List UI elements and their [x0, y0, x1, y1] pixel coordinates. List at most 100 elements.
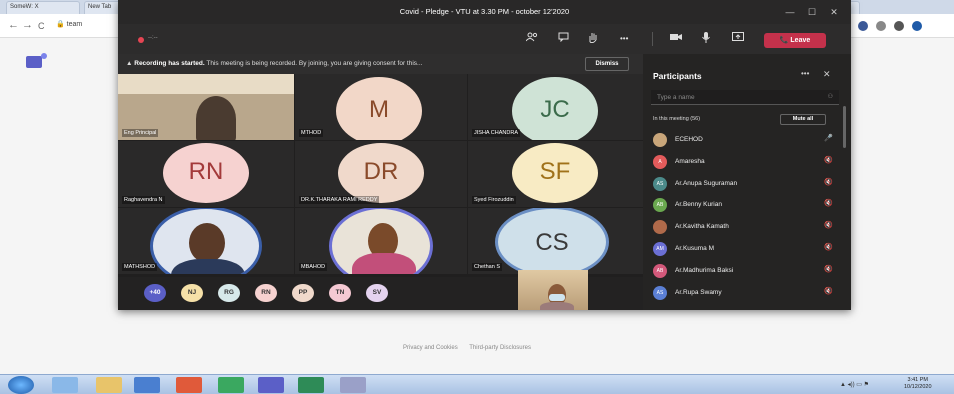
video-tile-chethan[interactable]: CS Chethan S: [468, 208, 643, 274]
taskbar-clock[interactable]: 3:41 PM 10/12/2020: [904, 377, 932, 391]
tile-avatar: CS: [495, 208, 609, 274]
mic-muted-icon[interactable]: 🔇: [824, 221, 833, 229]
close-button[interactable]: ✕: [823, 0, 845, 24]
participant-chip[interactable]: SV: [366, 284, 388, 302]
teams-taskbar-icon[interactable]: [258, 377, 284, 393]
participant-video: [196, 96, 236, 140]
media-player-icon[interactable]: [134, 377, 160, 393]
participant-chip[interactable]: RN: [255, 284, 277, 302]
participant-row[interactable]: AB Ar.Benny Kurian 🔇: [653, 198, 833, 213]
in-meeting-section-label: In this meeting (56): [653, 116, 701, 122]
privacy-link[interactable]: Privacy and Cookies: [403, 345, 458, 351]
microphone-icon[interactable]: [702, 32, 710, 46]
mic-muted-icon[interactable]: 🔇: [824, 287, 833, 295]
mic-muted-icon[interactable]: 🔇: [824, 178, 833, 186]
tile-name: Chethan S: [472, 263, 502, 271]
leave-button[interactable]: 📞 Leave: [764, 33, 826, 48]
more-options-icon[interactable]: •••: [801, 69, 809, 78]
tile-avatar: M: [336, 77, 422, 140]
participant-chip[interactable]: PP: [292, 284, 314, 302]
participant-row[interactable]: AS Ar.Anupa Suguraman 🔇: [653, 176, 833, 191]
video-tile-mathshod[interactable]: MATHSHOD: [118, 208, 294, 274]
ie-icon[interactable]: [52, 377, 78, 393]
share-screen-icon[interactable]: [732, 32, 744, 45]
tile-name: Raghavendra N: [122, 196, 165, 204]
chrome-icon[interactable]: [176, 377, 202, 393]
video-tile-jisha-chandra[interactable]: JC JISHA CHANDRA: [468, 74, 643, 140]
participant-row[interactable]: ECEHOD 🎤: [653, 133, 833, 147]
browser-tab[interactable]: SomeW: X: [6, 1, 80, 14]
participant-chip[interactable]: TN: [329, 284, 351, 302]
share-link-icon[interactable]: ⚇: [828, 90, 833, 105]
video-tile-syed[interactable]: SF Syed Firozuddin: [468, 141, 643, 207]
video-tile-raghavendra[interactable]: RN Raghavendra N: [118, 141, 294, 207]
participant-name: ECEHOD: [675, 136, 703, 143]
participant-chip[interactable]: NJ: [181, 284, 203, 302]
participant-video-background: [118, 74, 294, 94]
participant-search-input[interactable]: Type a name ⚇: [651, 90, 839, 105]
tile-name: Syed Firozuddin: [472, 196, 516, 204]
microphone-icon[interactable]: 🎤: [824, 134, 833, 142]
self-view-video[interactable]: [518, 270, 588, 310]
extension-icon[interactable]: [876, 21, 886, 31]
url-field[interactable]: 🔒 team: [56, 20, 126, 33]
extension-icon[interactable]: [858, 21, 868, 31]
excel-icon[interactable]: [298, 377, 324, 393]
tile-avatar: DR: [338, 143, 424, 203]
participant-chip[interactable]: RG: [218, 284, 240, 302]
paint-icon[interactable]: [340, 377, 366, 393]
mic-muted-icon[interactable]: 🔇: [824, 243, 833, 251]
mic-muted-icon[interactable]: 🔇: [824, 156, 833, 164]
extension-icon[interactable]: [894, 21, 904, 31]
clock-time: 3:41 PM: [907, 377, 928, 383]
participant-avatar: A: [653, 154, 667, 169]
chat-icon[interactable]: [558, 32, 569, 45]
participant-row[interactable]: A Amaresha 🔇: [653, 154, 833, 169]
participants-panel: Participants ••• ✕ Type a name ⚇ In this…: [643, 54, 851, 310]
more-actions-button[interactable]: •••: [620, 34, 628, 43]
meeting-toolbar: --:-- ••• 📞 Leave: [118, 24, 851, 54]
video-tile-eng-principal[interactable]: Eng Principal: [118, 74, 294, 140]
profile-icon[interactable]: [912, 21, 922, 31]
maximize-button[interactable]: ☐: [801, 0, 823, 24]
video-tile-mthod[interactable]: M MTHOD: [295, 74, 467, 140]
video-tile-tharaka[interactable]: DR DR.K.THARAKA RAMI REDDY: [295, 141, 467, 207]
participant-list-scrollbar[interactable]: [843, 106, 846, 148]
participants-icon[interactable]: [525, 32, 538, 45]
raise-hand-icon[interactable]: [588, 32, 598, 46]
participant-chip[interactable]: +40: [144, 284, 166, 302]
tile-avatar: [329, 208, 433, 274]
minimize-button[interactable]: —: [779, 0, 801, 24]
tile-name: MATHSHOD: [122, 263, 158, 271]
dismiss-button[interactable]: Dismiss: [585, 57, 629, 71]
start-button[interactable]: [8, 376, 34, 394]
meeting-window: Covid - Pledge - VTU at 3.30 PM - octobe…: [118, 0, 851, 310]
footer-links: Privacy and Cookies Third-party Disclosu…: [403, 345, 541, 351]
meeting-timer: --:--: [148, 35, 158, 41]
video-tile-mbahod[interactable]: MBAHOD: [295, 208, 467, 274]
camera-icon[interactable]: [670, 32, 682, 45]
windows-taskbar: ▲ ◂)) ▭ ⚑ 3:41 PM 10/12/2020: [0, 374, 954, 394]
participant-row[interactable]: Ar.Kavitha Kamath 🔇: [653, 220, 833, 235]
forward-icon[interactable]: →: [22, 19, 33, 31]
close-panel-icon[interactable]: ✕: [823, 69, 831, 80]
system-tray-icons[interactable]: ▲ ◂)) ▭ ⚑: [840, 381, 869, 388]
clock-date: 10/12/2020: [904, 384, 932, 390]
participant-row[interactable]: AM Ar.Kusuma M 🔇: [653, 242, 833, 256]
mute-all-button[interactable]: Mute all: [780, 114, 826, 125]
lock-icon: 🔒: [56, 21, 65, 28]
participant-row[interactable]: AB Ar.Madhurima Baksi 🔇: [653, 263, 833, 278]
file-explorer-icon[interactable]: [96, 377, 122, 393]
tile-avatar: SF: [512, 143, 598, 203]
participant-name: Ar.Madhurima Baksi: [675, 266, 734, 274]
recording-indicator-icon: [138, 37, 144, 43]
back-icon[interactable]: ←: [8, 19, 19, 31]
disclosures-link[interactable]: Third-party Disclosures: [469, 345, 531, 351]
reload-icon[interactable]: C: [38, 21, 45, 31]
tile-avatar: RN: [163, 143, 249, 203]
participant-row[interactable]: AS Ar.Rupa Swamy 🔇: [653, 285, 833, 300]
mic-muted-icon[interactable]: 🔇: [824, 265, 833, 273]
tile-name: MTHOD: [299, 129, 324, 137]
mic-muted-icon[interactable]: 🔇: [824, 199, 833, 207]
chrome-icon[interactable]: [218, 377, 244, 393]
